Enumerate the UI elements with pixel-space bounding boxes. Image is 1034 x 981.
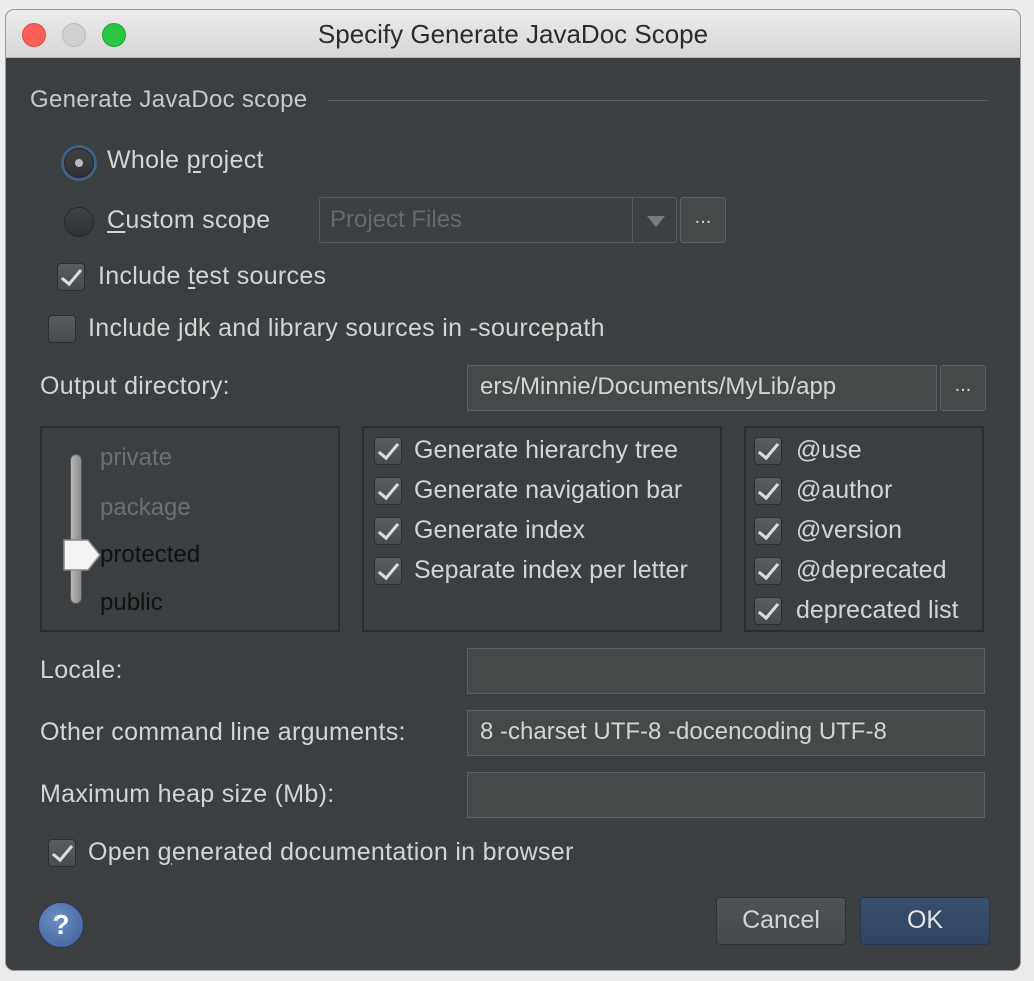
scope-group-label: Generate JavaDoc scope [30,86,308,113]
custom-scope-combo[interactable]: Project Files [319,197,677,243]
separate-index-label[interactable]: Separate index per letter [414,556,688,585]
custom-scope-combo-value: Project Files [330,206,463,233]
visibility-slider-thumb[interactable] [62,538,102,572]
author-tag-label[interactable]: @author [796,476,892,505]
level-private[interactable]: private [100,444,172,472]
level-public[interactable]: public [100,589,163,617]
generate-index-label[interactable]: Generate index [414,516,585,545]
author-tag-checkbox[interactable] [754,477,782,505]
chevron-down-icon [647,216,665,227]
command-line-args-label: Other command line arguments: [40,718,406,746]
include-test-sources-label[interactable]: Include test sources [98,262,326,291]
level-protected[interactable]: protected [100,541,200,569]
level-package[interactable]: package [100,494,191,522]
navigation-bar-label[interactable]: Generate navigation bar [414,476,682,505]
whole-project-radio[interactable] [64,148,94,178]
use-tag-checkbox[interactable] [754,437,782,465]
include-jdk-sources-checkbox[interactable] [48,315,76,343]
output-directory-browse-button[interactable]: ... [940,365,986,411]
whole-project-label[interactable]: Whole project [107,146,264,175]
combo-separator [632,198,633,242]
custom-scope-radio[interactable] [64,207,94,237]
locale-label: Locale: [40,656,123,684]
cancel-button[interactable]: Cancel [716,897,846,945]
open-in-browser-checkbox[interactable] [48,839,76,867]
custom-scope-browse-button[interactable]: ... [680,197,726,243]
visibility-level-panel: private package protected public [40,426,340,632]
output-directory-label: Output directory: [40,372,230,400]
max-heap-size-field[interactable] [467,772,985,818]
include-jdk-sources-label[interactable]: Include jdk and library sources in -sour… [88,314,605,343]
use-tag-label[interactable]: @use [796,436,862,465]
generate-index-checkbox[interactable] [374,517,402,545]
max-heap-size-label: Maximum heap size (Mb): [40,780,335,808]
output-directory-field[interactable]: ers/Minnie/Documents/MyLib/app [467,365,937,411]
command-line-args-field[interactable]: 8 -charset UTF-8 -docencoding UTF-8 [467,710,985,756]
deprecated-list-checkbox[interactable] [754,597,782,625]
separate-index-checkbox[interactable] [374,557,402,585]
deprecated-tag-checkbox[interactable] [754,557,782,585]
version-tag-label[interactable]: @version [796,516,902,545]
version-tag-checkbox[interactable] [754,517,782,545]
custom-scope-label[interactable]: Custom scope [107,206,270,235]
tag-options-panel: @use @author @version @deprecated deprec… [744,426,984,632]
generate-options-panel: Generate hierarchy tree Generate navigat… [362,426,722,632]
include-test-sources-checkbox[interactable] [57,263,85,291]
locale-field[interactable] [467,648,985,694]
dialog-window: Specify Generate JavaDoc Scope Generate … [6,10,1020,970]
navigation-bar-checkbox[interactable] [374,477,402,505]
help-button[interactable]: ? [38,902,84,948]
group-separator [328,100,988,101]
hierarchy-tree-label[interactable]: Generate hierarchy tree [414,436,678,465]
ok-button[interactable]: OK [860,897,990,945]
deprecated-list-label[interactable]: deprecated list [796,596,959,625]
hierarchy-tree-checkbox[interactable] [374,437,402,465]
title-bar: Specify Generate JavaDoc Scope [6,10,1020,58]
deprecated-tag-label[interactable]: @deprecated [796,556,946,585]
open-in-browser-label[interactable]: Open generated documentation in browser [88,838,574,867]
window-title: Specify Generate JavaDoc Scope [317,19,709,49]
visibility-slider-track[interactable] [70,454,82,604]
